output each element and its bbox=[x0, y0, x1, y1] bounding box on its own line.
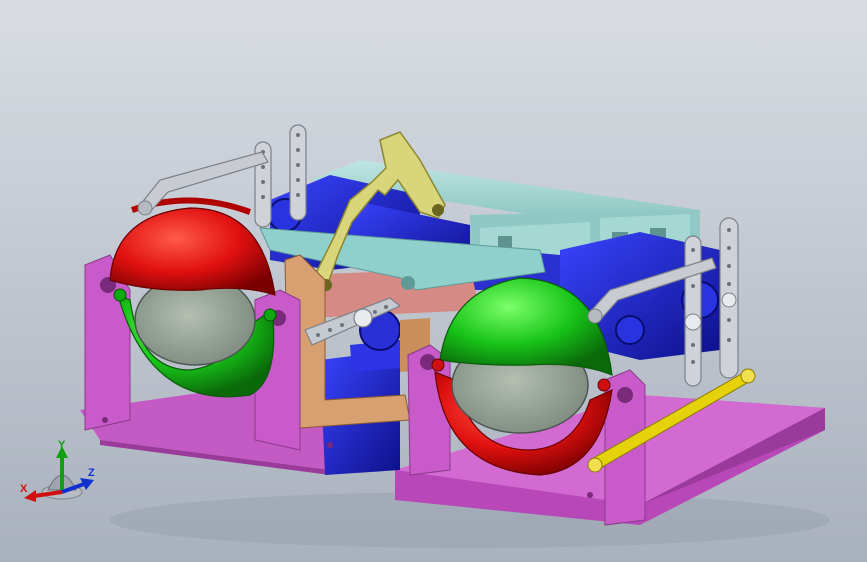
axis-triad[interactable]: Y X Z bbox=[18, 440, 108, 510]
z-axis-label: Z bbox=[88, 467, 95, 479]
left-eye-red-lid[interactable] bbox=[109, 207, 276, 296]
y-axis-label: Y bbox=[58, 440, 66, 451]
servo-arm-back-right-1[interactable] bbox=[719, 217, 739, 379]
servo-arm-back-left-1[interactable] bbox=[289, 124, 307, 221]
cad-viewport[interactable] bbox=[0, 0, 867, 562]
x-axis-label: X bbox=[20, 483, 28, 495]
servo-arm-back-right-2[interactable] bbox=[684, 235, 702, 387]
